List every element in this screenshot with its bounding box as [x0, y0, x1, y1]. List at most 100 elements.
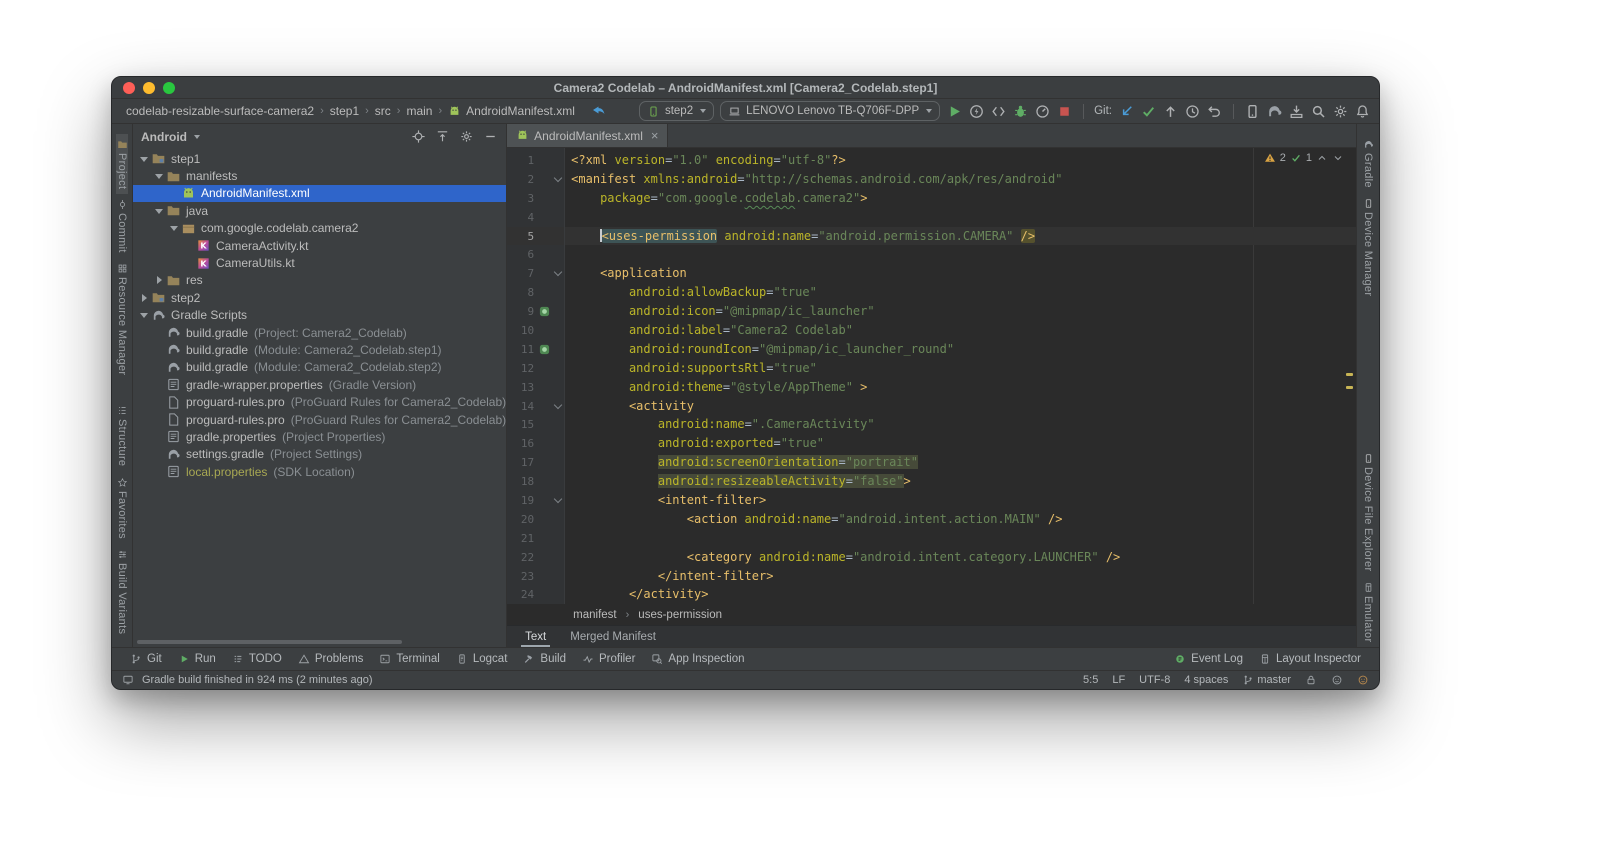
gutter-line[interactable]: 11	[507, 340, 564, 359]
notifications-icon[interactable]	[1354, 103, 1371, 120]
debug-icon[interactable]	[1012, 103, 1029, 120]
code-line[interactable]: <category android:name="android.intent.c…	[565, 548, 1356, 567]
toolwindow-button-run[interactable]: Run	[170, 648, 224, 670]
next-issue-icon[interactable]	[1332, 152, 1344, 164]
device-manager-icon[interactable]	[1244, 103, 1261, 120]
code-line[interactable]: android:supportsRtl="true"	[565, 359, 1356, 378]
code-line[interactable]	[565, 529, 1356, 548]
fold-marker-icon[interactable]	[551, 400, 564, 409]
fold-marker-icon[interactable]	[551, 268, 564, 277]
gutter-line[interactable]: 10	[507, 321, 564, 340]
gutter-line[interactable]: 12	[507, 359, 564, 378]
breadcrumb-item[interactable]: src	[375, 104, 391, 118]
tree-item-cameraactivity-kt[interactable]: K CameraActivity.kt	[133, 237, 506, 254]
gutter-line[interactable]: 21	[507, 529, 564, 548]
collapse-all-icon[interactable]	[435, 129, 450, 144]
toolwindow-button-git[interactable]: Git	[122, 648, 170, 670]
gutter-line[interactable]: 4	[507, 208, 564, 227]
apply-code-changes-icon[interactable]	[990, 103, 1007, 120]
code-line[interactable]: android:roundIcon="@mipmap/ic_launcher_r…	[565, 340, 1356, 359]
toolwindow-button-device-manager[interactable]: Device Manager	[1362, 193, 1374, 301]
toolwindow-button-commit[interactable]: Commit	[116, 194, 128, 258]
editor[interactable]: 1 2 3 4 5 6 7 8 9 10 11 12 13 14 15 16 17 18 19 20 21 22 23 24 …	[507, 148, 1356, 604]
fold-marker-icon[interactable]	[551, 173, 564, 183]
gutter-line[interactable]: 17	[507, 453, 564, 472]
tree-chevron-icon[interactable]	[137, 152, 151, 166]
gutter-line[interactable]: 16	[507, 434, 564, 453]
tree-chevron-icon[interactable]	[137, 291, 151, 305]
gutter-line[interactable]: 8	[507, 283, 564, 302]
tree-chevron-icon[interactable]	[152, 273, 166, 287]
device-select[interactable]: LENOVO Lenovo TB-Q706F-DPP	[720, 101, 941, 121]
gutter-line[interactable]: 9	[507, 302, 564, 321]
tree-item-camerautils-kt[interactable]: K CameraUtils.kt	[133, 254, 506, 271]
close-tab-icon[interactable]: ×	[651, 128, 659, 143]
indent-setting[interactable]: 4 spaces	[1184, 674, 1228, 686]
code-line[interactable]: android:icon="@mipmap/ic_launcher"	[565, 302, 1356, 321]
gutter-line[interactable]: 2	[507, 170, 564, 189]
code-line[interactable]: <?xml version="1.0" encoding="utf-8"?>	[565, 151, 1356, 170]
code-line[interactable]: <intent-filter>	[565, 491, 1356, 510]
search-everywhere-icon[interactable]	[1310, 103, 1327, 120]
settings-icon[interactable]	[1332, 103, 1349, 120]
tree-item-build-gradle[interactable]: build.gradle (Module: Camera2_Codelab.ste…	[133, 341, 506, 358]
gutter-line[interactable]: 14	[507, 397, 564, 416]
gradle-sync-icon[interactable]	[1266, 103, 1283, 120]
gutter-line[interactable]: 13	[507, 378, 564, 397]
tree-item-manifests[interactable]: manifests	[133, 167, 506, 184]
memory-indicator-icon[interactable]	[1357, 674, 1369, 686]
code-line[interactable]: android:screenOrientation="portrait"	[565, 453, 1356, 472]
tree-item-local-properties[interactable]: local.properties (SDK Location)	[133, 463, 506, 480]
prev-issue-icon[interactable]	[1316, 152, 1328, 164]
caret-position[interactable]: 5:5	[1083, 674, 1098, 686]
breadcrumb-item[interactable]: step1	[330, 104, 359, 118]
toolwindow-switcher-icon[interactable]	[122, 674, 134, 686]
tree-item-gradle-wrapper-properties[interactable]: gradle-wrapper.properties (Gradle Version…	[133, 376, 506, 393]
line-ending[interactable]: LF	[1112, 674, 1125, 686]
toolwindow-button-build[interactable]: Build	[515, 648, 574, 670]
toolwindow-button-device-file-explorer[interactable]: Device File Explorer	[1362, 448, 1374, 576]
tree-item-gradle-properties[interactable]: gradle.properties (Project Properties)	[133, 428, 506, 445]
tree-item-com-google-codelab-camera2[interactable]: com.google.codelab.camera2	[133, 220, 506, 237]
toolwindow-button-logcat[interactable]: Logcat	[448, 648, 516, 670]
commit-icon[interactable]	[1140, 103, 1157, 120]
tree-item-step1[interactable]: step1	[133, 150, 506, 167]
breadcrumb-item[interactable]: uses-permission	[638, 609, 722, 621]
toolwindow-button-project[interactable]: Project	[116, 134, 128, 195]
code-line[interactable]: <uses-permission android:name="android.p…	[565, 226, 1356, 246]
update-project-icon[interactable]	[1118, 103, 1135, 120]
toolwindow-button-event-log[interactable]: Event Log	[1166, 648, 1251, 670]
gutter-line[interactable]: 24	[507, 585, 564, 604]
push-icon[interactable]	[1162, 103, 1179, 120]
profile-icon[interactable]	[1034, 103, 1051, 120]
code-line[interactable]: <activity	[565, 397, 1356, 416]
zoom-window-button[interactable]	[163, 81, 175, 94]
breadcrumb-item[interactable]: codelab-resizable-surface-camera2	[126, 104, 314, 118]
rollback-icon[interactable]	[1206, 103, 1223, 120]
gutter-line[interactable]: 23	[507, 567, 564, 586]
editor-bottom-tab-merged-manifest[interactable]: Merged Manifest	[566, 626, 660, 647]
code-line[interactable]: <manifest xmlns:android="http://schemas.…	[565, 170, 1356, 189]
gutter-line[interactable]: 19	[507, 491, 564, 510]
tree-chevron-icon[interactable]	[152, 204, 166, 218]
code-line[interactable]: </intent-filter>	[565, 567, 1356, 586]
minimize-window-button[interactable]	[143, 81, 155, 94]
code-line[interactable]: android:theme="@style/AppTheme" >	[565, 378, 1356, 397]
toolwindow-button-emulator[interactable]: Emulator	[1362, 577, 1374, 647]
tree-item-androidmanifest-xml[interactable]: AndroidManifest.xml	[133, 184, 507, 203]
code-area[interactable]: <?xml version="1.0" encoding="utf-8"?> <m…	[565, 148, 1356, 604]
tree-chevron-icon[interactable]	[137, 308, 151, 322]
tree-chevron-icon[interactable]	[152, 169, 166, 183]
fold-marker-icon[interactable]	[551, 494, 564, 504]
code-line[interactable]	[565, 208, 1356, 227]
code-line[interactable]: android:exported="true"	[565, 434, 1356, 453]
tree-item-build-gradle[interactable]: build.gradle (Module: Camera2_Codelab.ste…	[133, 359, 506, 376]
gutter-line[interactable]: 22	[507, 548, 564, 567]
analysis-status-icon[interactable]	[1331, 674, 1343, 686]
code-line[interactable]: android:allowBackup="true"	[565, 283, 1356, 302]
toolwindow-button-terminal[interactable]: Terminal	[371, 648, 447, 670]
gutter-line[interactable]: 20	[507, 510, 564, 529]
breadcrumb-item[interactable]: manifest	[573, 609, 616, 621]
run-configuration-select[interactable]: step2	[638, 101, 715, 121]
hide-panel-icon[interactable]	[483, 129, 498, 144]
